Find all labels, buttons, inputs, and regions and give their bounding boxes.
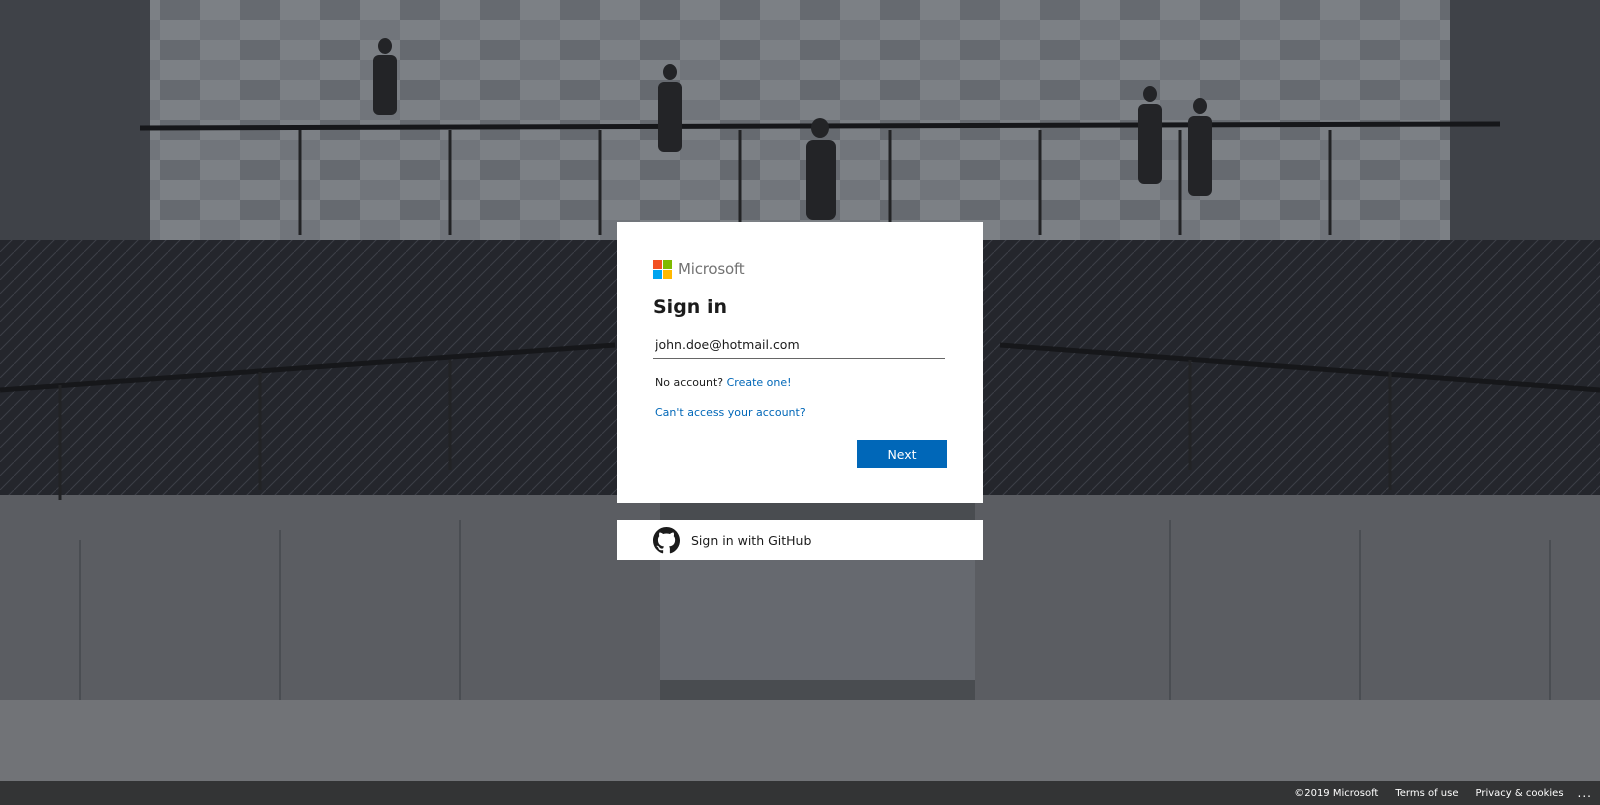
github-icon (653, 526, 680, 553)
page-title: Sign in (653, 296, 727, 318)
microsoft-logo-icon (653, 259, 672, 279)
cant-access-link[interactable]: Can't access your account? (653, 406, 947, 419)
email-field[interactable] (653, 330, 945, 359)
privacy-link[interactable]: Privacy & cookies (1476, 788, 1564, 799)
logo-square-blue (653, 269, 662, 279)
no-account-row: No account? Create one! (653, 376, 947, 389)
signin-card: Microsoft Sign in No account? Create one… (617, 222, 983, 503)
logo-square-green (663, 259, 672, 269)
more-options-icon[interactable]: ... (1578, 786, 1592, 800)
github-signin-label: Sign in with GitHub (691, 532, 812, 548)
next-button[interactable]: Next (857, 440, 947, 468)
brand-name: Microsoft (678, 260, 745, 278)
footer: ©2019 Microsoft Terms of use Privacy & c… (0, 781, 1600, 805)
create-account-link[interactable]: Create one! (727, 376, 792, 389)
microsoft-brand: Microsoft (653, 258, 947, 280)
copyright-text: ©2019 Microsoft (1294, 787, 1379, 799)
github-signin-option[interactable]: Sign in with GitHub (617, 520, 983, 560)
terms-link[interactable]: Terms of use (1395, 788, 1458, 799)
no-account-text: No account? (655, 376, 724, 389)
logo-square-yellow (663, 269, 672, 279)
logo-square-red (653, 259, 662, 269)
